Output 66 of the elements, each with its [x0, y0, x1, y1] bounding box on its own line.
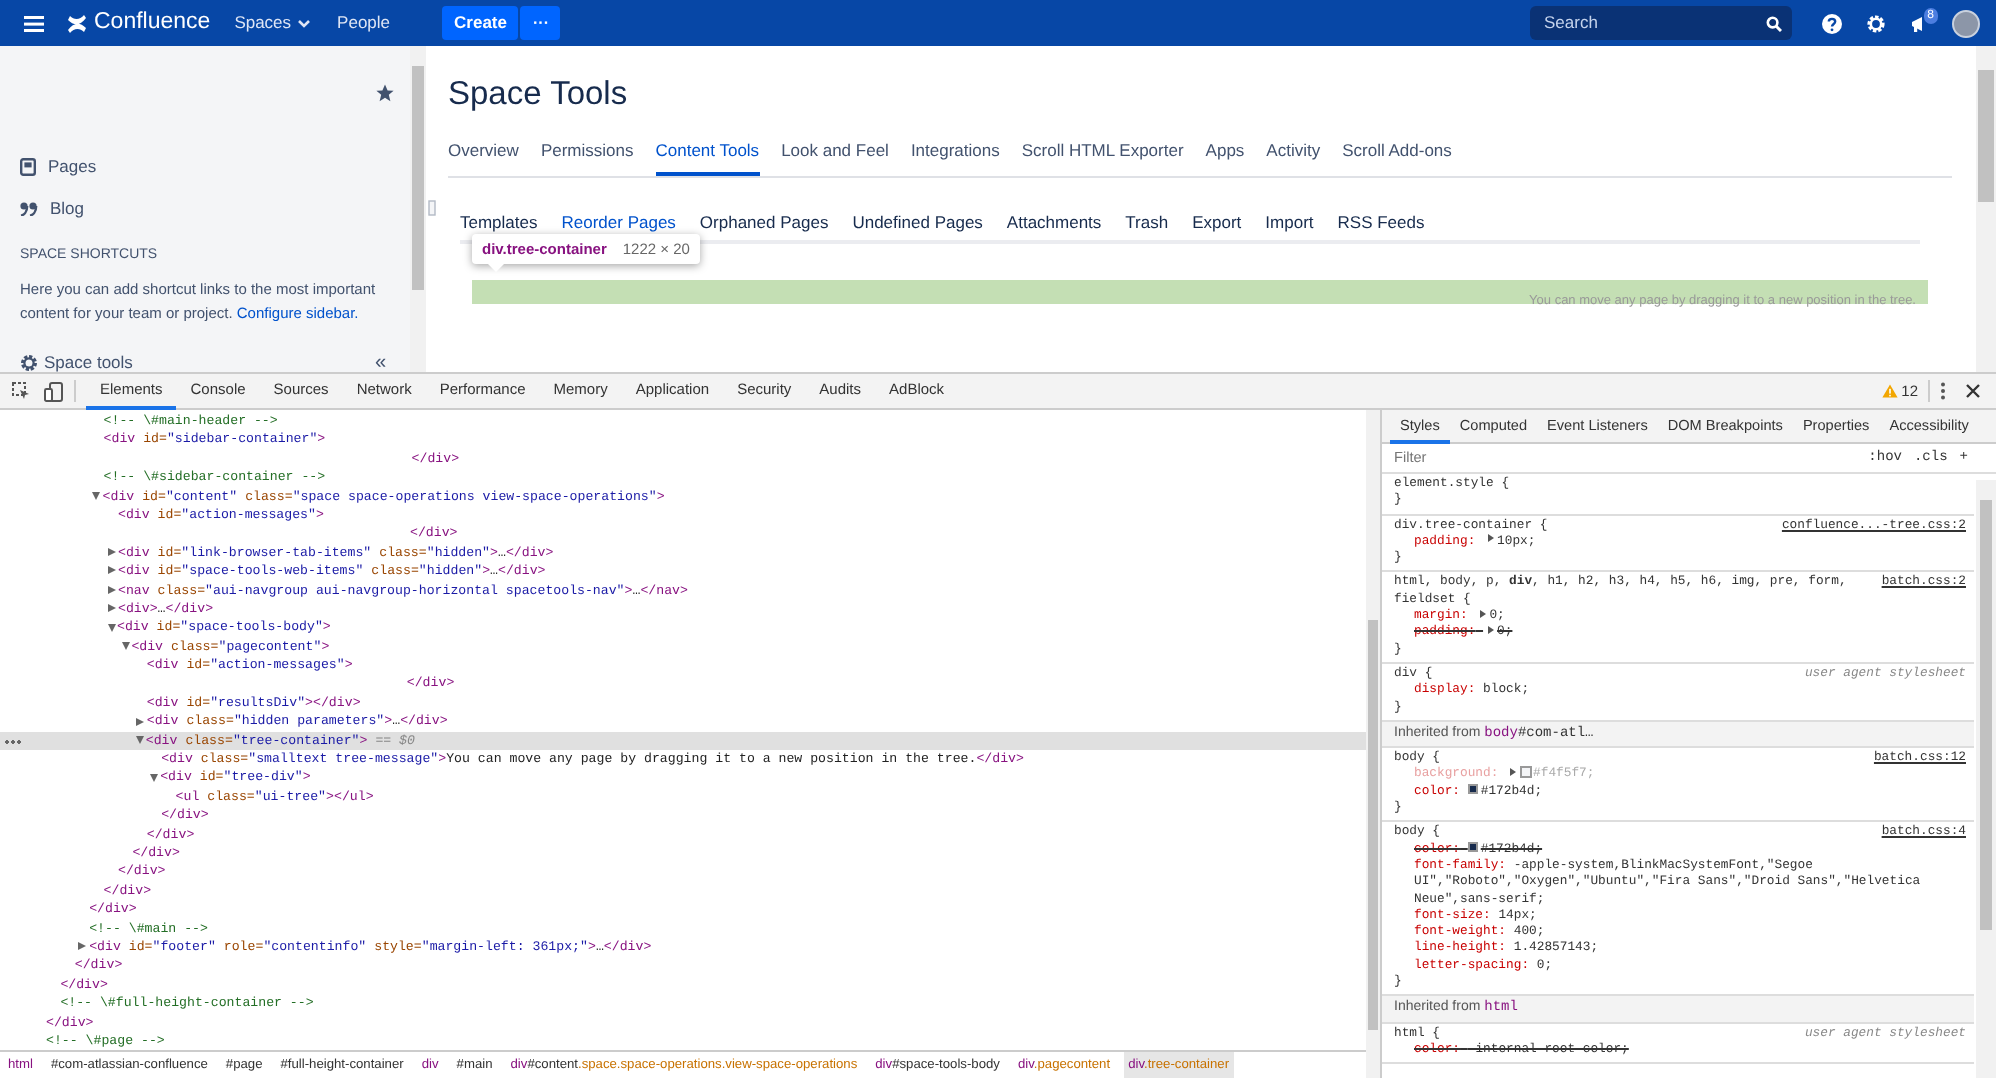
- tab[interactable]: Scroll HTML Exporter: [1021, 134, 1184, 176]
- expand-arrow-icon[interactable]: [107, 585, 115, 594]
- sub-tab[interactable]: RSS Feeds: [1337, 209, 1425, 235]
- tab[interactable]: Content Tools: [655, 134, 760, 176]
- sub-tab[interactable]: Export: [1192, 209, 1242, 235]
- expand-arrow-icon[interactable]: [107, 566, 115, 575]
- sub-tab[interactable]: Import: [1265, 209, 1314, 235]
- tab[interactable]: Scroll Add-ons: [1342, 134, 1452, 176]
- sub-tab[interactable]: Reorder Pages: [561, 209, 676, 235]
- sub-tab[interactable]: Attachments: [1006, 209, 1102, 235]
- sub-tab[interactable]: Templates: [460, 209, 538, 235]
- create-button[interactable]: Create: [442, 6, 519, 40]
- expand-icon[interactable]: [1487, 625, 1494, 634]
- more-options-icon[interactable]: [1940, 382, 1946, 400]
- color-swatch[interactable]: [1520, 766, 1532, 778]
- sidebar-item[interactable]: Blog: [20, 191, 386, 225]
- device-icon[interactable]: [44, 381, 64, 401]
- collapse-arrow-icon[interactable]: [107, 623, 115, 632]
- logo-icon[interactable]: [66, 13, 88, 33]
- sub-tab[interactable]: Undefined Pages: [852, 209, 983, 235]
- tab[interactable]: Activity: [1266, 134, 1321, 176]
- collapse-arrow-icon[interactable]: [135, 735, 144, 744]
- close-icon[interactable]: [1966, 384, 1980, 398]
- color-swatch[interactable]: [1467, 841, 1479, 853]
- search-field[interactable]: Search: [1530, 6, 1792, 40]
- sidebar-scrollbar[interactable]: [410, 46, 426, 372]
- collapse-arrow-icon[interactable]: [121, 641, 130, 650]
- sub-tab[interactable]: Orphaned Pages: [699, 209, 829, 235]
- page-title: Space Tools: [448, 74, 630, 116]
- inspect-icon[interactable]: [12, 382, 30, 400]
- tab[interactable]: Apps: [1205, 134, 1245, 176]
- nav-link[interactable]: People: [337, 10, 391, 36]
- warning-icon: [1881, 384, 1898, 398]
- expand-arrow-icon[interactable]: [107, 604, 115, 613]
- expand-icon[interactable]: [1479, 609, 1486, 618]
- more-button[interactable]: ···: [520, 6, 561, 40]
- quote-icon: [20, 201, 38, 216]
- menu-icon[interactable]: [24, 15, 44, 31]
- sidebar-item[interactable]: Pages: [20, 150, 386, 184]
- tab[interactable]: Look and Feel: [781, 134, 889, 176]
- more-icon[interactable]: [4, 739, 22, 744]
- page-icon: [20, 157, 36, 176]
- help-icon[interactable]: [1822, 13, 1842, 33]
- color-swatch[interactable]: [1467, 783, 1479, 795]
- search-input[interactable]: Search: [1540, 8, 1766, 38]
- collapse-arrow-icon[interactable]: [92, 491, 101, 500]
- nav-link[interactable]: Spaces: [234, 10, 310, 36]
- page-scrollbar[interactable]: [1976, 46, 1996, 372]
- search-icon[interactable]: [1766, 15, 1782, 31]
- expand-arrow-icon[interactable]: [78, 942, 87, 951]
- star-icon[interactable]: [376, 84, 394, 102]
- tab[interactable]: Permissions: [540, 134, 634, 176]
- gear-icon: [20, 354, 38, 372]
- sub-tab[interactable]: Trash: [1125, 209, 1169, 235]
- settings-icon[interactable]: [1866, 13, 1886, 33]
- resize-handle-icon[interactable]: [428, 200, 436, 216]
- collapse-arrow-icon[interactable]: [150, 773, 159, 782]
- styles-scrollbar[interactable]: [1976, 480, 1996, 1078]
- logo-text[interactable]: Confluence: [94, 5, 211, 41]
- tab[interactable]: Overview: [448, 134, 519, 176]
- expand-arrow-icon[interactable]: [107, 547, 115, 556]
- expand-icon[interactable]: [1487, 534, 1494, 543]
- tab[interactable]: Integrations: [910, 134, 1000, 176]
- elements-scrollbar[interactable]: [1366, 410, 1380, 1078]
- collapse-sidebar-button[interactable]: «: [374, 344, 386, 382]
- avatar[interactable]: [1952, 9, 1980, 37]
